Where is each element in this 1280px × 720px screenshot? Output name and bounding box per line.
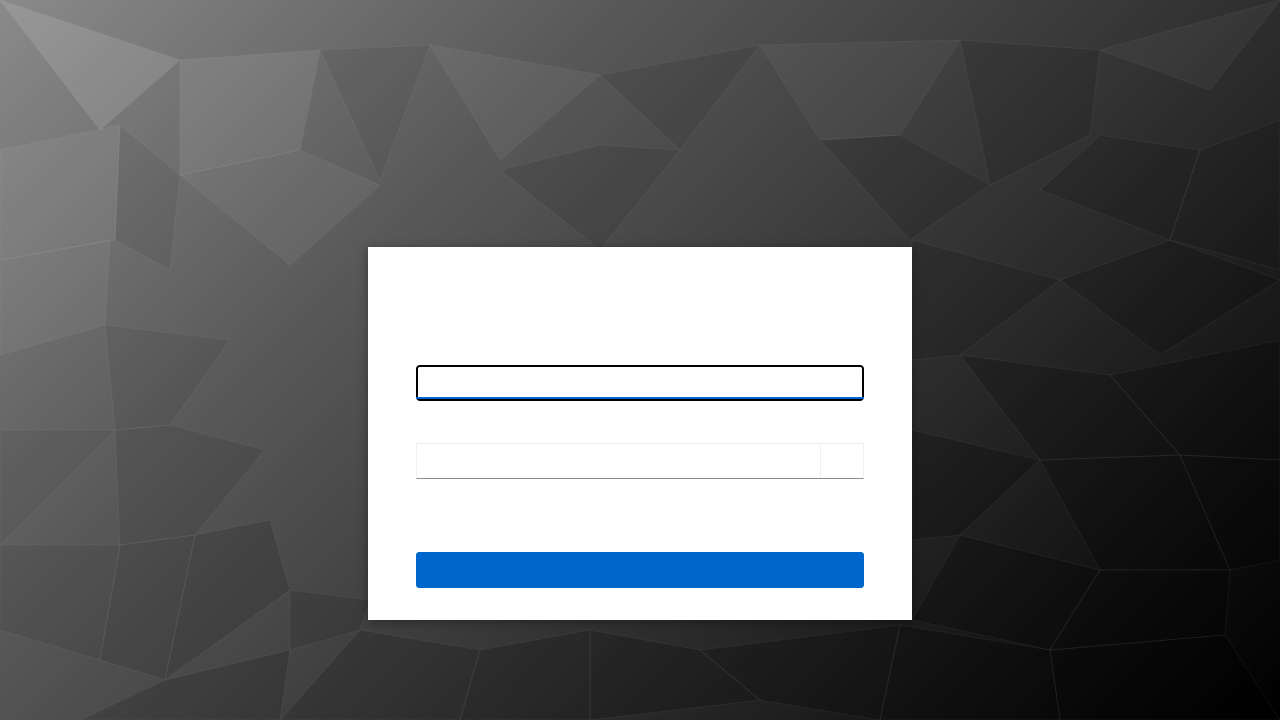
toggle-password-visibility-button[interactable]	[821, 444, 863, 478]
login-card	[368, 247, 912, 620]
password-group	[416, 443, 864, 479]
password-input[interactable]	[417, 444, 821, 478]
username-input[interactable]	[416, 365, 864, 401]
login-submit-button[interactable]	[416, 552, 864, 588]
username-focus-underline	[416, 397, 864, 399]
